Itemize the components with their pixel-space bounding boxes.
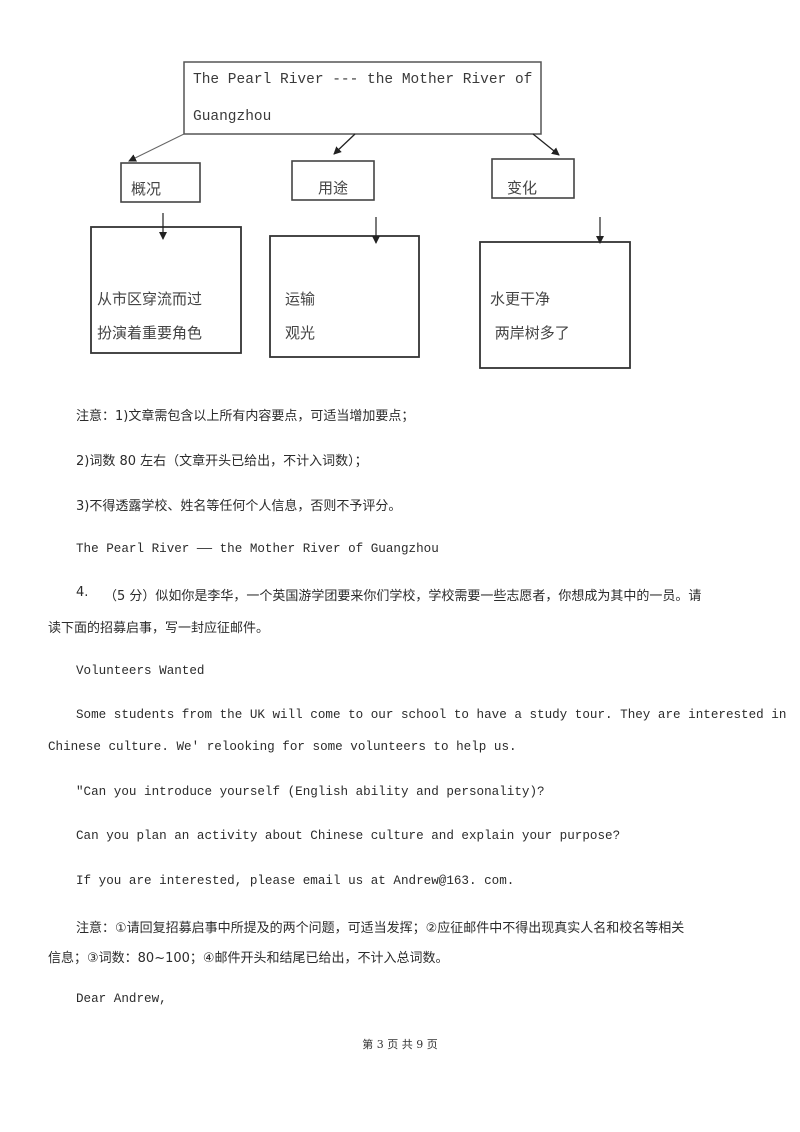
detail-overview-line1: 从市区穿流而过	[97, 290, 203, 308]
notice-question-a: "Can you introduce yourself (English abi…	[76, 785, 545, 799]
note-line-1: 注意：1)文章需包含以上所有内容要点，可适当增加要点；	[76, 409, 415, 424]
essay-opening: The Pearl River —— the Mother River of G…	[76, 542, 439, 556]
detail-changes-line1: 水更干净	[490, 290, 551, 308]
note-line-3: 3)不得透露学校、姓名等任何个人信息，否则不予评分。	[76, 499, 402, 514]
notice-title: Volunteers Wanted	[76, 664, 205, 678]
arrow-to-uses	[333, 133, 356, 155]
detail-overview-line2: 扮演着重要角色	[97, 324, 203, 342]
notice-body-line2: Chinese culture. We' relooking for some …	[48, 740, 517, 754]
notice-body-line1: Some students from the UK will come to o…	[76, 708, 787, 722]
note-line-2: 2)词数 80 左右（文章开头已给出，不计入词数）；	[76, 454, 368, 469]
arrow-to-changes	[532, 133, 560, 156]
notice-contact: If you are interested, please email us a…	[76, 874, 515, 888]
diagram-title-line2: Guangzhou	[193, 109, 272, 125]
writing-note-line2: 信息；③词数：80~100；④邮件开头和结尾已给出，不计入总词数。	[48, 951, 449, 966]
email-salutation: Dear Andrew,	[76, 992, 167, 1006]
question-number: 4.	[76, 585, 89, 600]
question-prompt-line2: 读下面的招募启事，写一封应征邮件。	[48, 621, 270, 636]
question-prompt-line1: （5 分）似如你是李华，一个英国游学团要来你们学校，学校需要一些志愿者，你想成为…	[104, 589, 702, 604]
notice-question-b: Can you plan an activity about Chinese c…	[76, 829, 621, 843]
detail-uses-line2: 观光	[285, 324, 316, 342]
diagram-title-line1: The Pearl River --- the Mother River of	[193, 72, 533, 88]
category-label-uses: 用途	[318, 179, 349, 197]
writing-note-line1: 注意：①请回复招募启事中所提及的两个问题，可适当发挥；②应征邮件中不得出现真实人…	[76, 921, 685, 936]
detail-changes-line2: 两岸树多了	[490, 324, 570, 342]
category-label-overview: 概况	[131, 180, 162, 198]
arrow-to-overview	[128, 133, 185, 162]
detail-uses-line1: 运输	[285, 290, 316, 308]
page-indicator: 第 3 页 共 9 页	[362, 1038, 438, 1051]
category-label-changes: 变化	[507, 179, 538, 197]
